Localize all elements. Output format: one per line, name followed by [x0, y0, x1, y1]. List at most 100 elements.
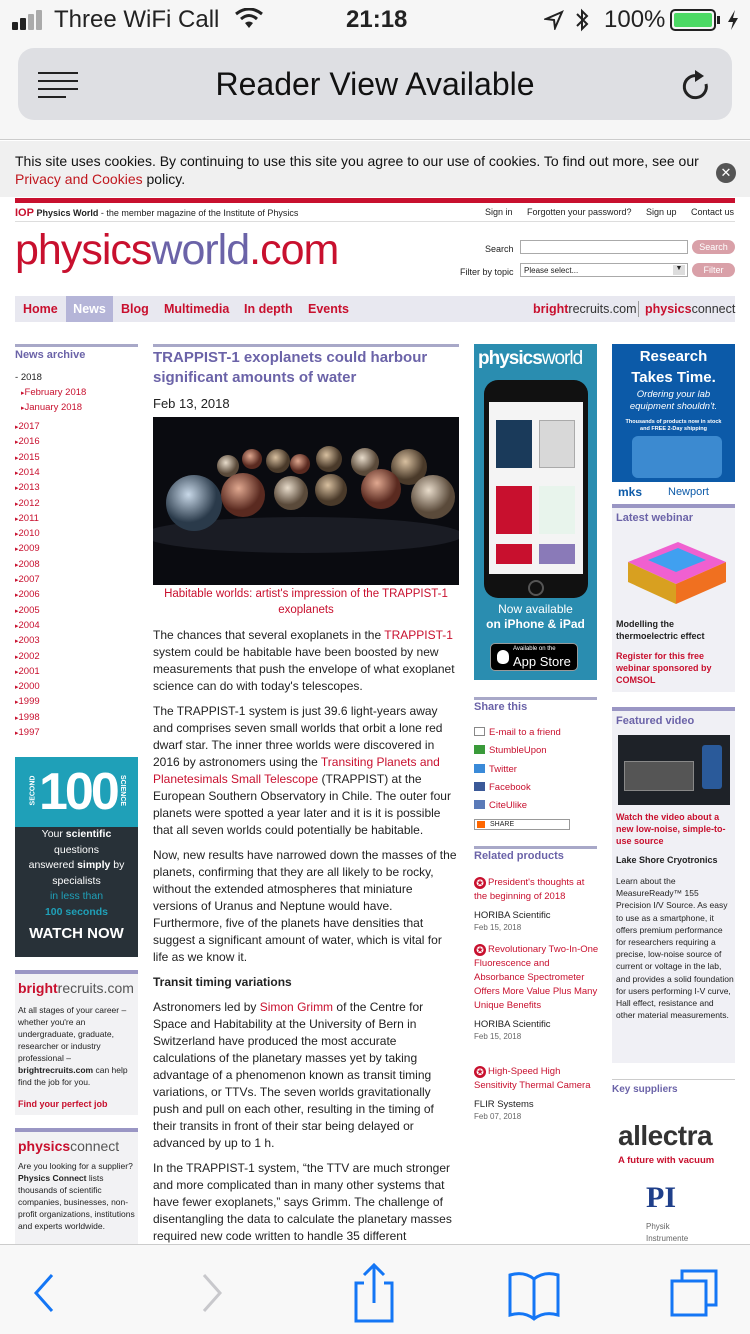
bluetooth-icon	[576, 8, 589, 32]
close-icon[interactable]: ✕	[716, 163, 736, 183]
archive-jan-2018[interactable]: January 2018	[21, 402, 83, 413]
physicsconnect-link[interactable]: physicsconnect	[645, 302, 735, 316]
archive-year-2015[interactable]: 2015	[15, 452, 40, 463]
archive-year-2013[interactable]: 2013	[15, 482, 40, 493]
allectra-tagline: A future with vacuum	[618, 1155, 715, 1166]
share-stumbleupon[interactable]: StumbleUpon	[474, 745, 547, 756]
archive-year-1998[interactable]: 1998	[15, 712, 40, 723]
bookmarks-icon[interactable]	[504, 1245, 564, 1334]
find-job-link[interactable]: Find your perfect job	[18, 1099, 108, 1109]
video-link[interactable]: Watch the video about a new low-noise, s…	[616, 811, 734, 847]
search-input[interactable]	[520, 240, 688, 254]
article-body: The chances that several exoplanets in t…	[153, 627, 459, 1270]
archive-year-1999[interactable]: 1999	[15, 696, 40, 707]
tabs-icon[interactable]	[664, 1245, 724, 1334]
featured-video-box: Featured video Watch the video about a n…	[612, 707, 735, 1063]
related-item[interactable]: ✪ President's thoughts at the beginning o…	[474, 876, 599, 933]
simon-grimm-link[interactable]: Simon Grimm	[260, 1000, 333, 1014]
twitter-icon	[474, 764, 485, 773]
archive-year-2001[interactable]: 2001	[15, 666, 40, 677]
archive-year-2017[interactable]: 2017	[15, 421, 40, 432]
pi-logo[interactable]: PI	[646, 1181, 676, 1215]
archive-year-2007[interactable]: 2007	[15, 574, 40, 585]
citeulike-icon	[474, 800, 485, 809]
physicsworld-app-ad[interactable]: physicsworld Now available on iPhone & iP…	[474, 344, 597, 680]
app-store-badge[interactable]: Available on the App Store	[490, 643, 578, 671]
search-button[interactable]: Search	[692, 240, 735, 254]
sign-up-link[interactable]: Sign up	[646, 207, 677, 217]
tag-rest: - the member magazine of the Institute o…	[98, 208, 299, 218]
paragraph-1: The chances that several exoplanets in t…	[153, 628, 455, 693]
forgot-password-link[interactable]: Forgotten your password?	[527, 207, 632, 217]
equipment-image	[632, 436, 722, 478]
mks-newport-ad[interactable]: Research Takes Time. Ordering your lab equ…	[612, 344, 735, 503]
address-bar[interactable]: Reader View Available	[18, 48, 732, 120]
archive-year-2012[interactable]: 2012	[15, 498, 40, 509]
archive-year-2014[interactable]: 2014	[15, 467, 40, 478]
watch-now-label[interactable]: WATCH NOW	[15, 925, 138, 942]
phone-image	[484, 380, 588, 598]
charging-icon	[728, 10, 738, 30]
share-plus-icon	[477, 821, 485, 828]
nav-in-depth[interactable]: In depth	[244, 302, 293, 316]
topic-select[interactable]: Please select... ▼	[520, 263, 688, 277]
share-citeulike[interactable]: CiteUlike	[474, 800, 527, 811]
video-thumbnail[interactable]	[618, 735, 730, 805]
ad-second: SECOND	[29, 775, 37, 806]
trappist-link[interactable]: TRAPPIST-1	[384, 628, 453, 642]
archive-year-1997[interactable]: 1997	[15, 727, 40, 738]
archive-year-2016[interactable]: 2016	[15, 436, 40, 447]
share-icon[interactable]	[344, 1245, 404, 1334]
allectra-logo[interactable]: allectra	[618, 1120, 713, 1152]
related-item[interactable]: ✪ High-Speed High Sensitivity Thermal Cam…	[474, 1065, 599, 1122]
site-logo[interactable]: physicsworld.com	[15, 226, 339, 275]
product-bullet-icon: ✪	[474, 944, 486, 956]
webinar-topic: Modelling the thermoelectric effect	[616, 619, 705, 641]
paragraph-4: Astronomers led by Simon Grimm of the Ce…	[153, 1000, 434, 1150]
filter-label: Filter by topic	[460, 267, 514, 277]
brightrecruits-ad[interactable]: brightrecruits.com At all stages of your…	[15, 970, 138, 1115]
archive-year-2011[interactable]: 2011	[15, 513, 39, 524]
forward-icon[interactable]	[182, 1245, 242, 1334]
nav-home[interactable]: Home	[23, 302, 58, 316]
archive-year-2006[interactable]: 2006	[15, 589, 40, 600]
physicsconnect-text: Are you looking for a supplier? Physics …	[18, 1161, 135, 1231]
archive-2018[interactable]: - 2018	[15, 372, 42, 383]
contact-link[interactable]: Contact us	[691, 207, 734, 217]
pi-subtitle: Physik Instrumente	[646, 1222, 689, 1243]
archive-year-2010[interactable]: 2010	[15, 528, 40, 539]
archive-year-2003[interactable]: 2003	[15, 635, 40, 646]
nav-blog[interactable]: Blog	[121, 302, 149, 316]
share-facebook[interactable]: Facebook	[474, 782, 531, 793]
ad-100: 100	[39, 763, 120, 821]
archive-year-2008[interactable]: 2008	[15, 559, 40, 570]
archive-year-2002[interactable]: 2002	[15, 651, 40, 662]
product-bullet-icon: ✪	[474, 877, 486, 889]
reload-icon[interactable]	[680, 70, 712, 104]
archive-year-2004[interactable]: 2004	[15, 620, 40, 631]
privacy-link[interactable]: Privacy and Cookies	[15, 171, 143, 187]
archive-year-2000[interactable]: 2000	[15, 681, 40, 692]
mks-logo-bar: mks Newport	[612, 482, 735, 503]
related-item[interactable]: ✪ Revolutionary Two-In-One Fluorescence a…	[474, 943, 599, 1042]
archive-year-2005[interactable]: 2005	[15, 605, 40, 616]
nav-events[interactable]: Events	[308, 302, 349, 316]
100-second-science-ad[interactable]: 100 SECOND SCIENCE Your scientific quest…	[15, 757, 138, 957]
addthis-share-button[interactable]: SHARE	[474, 819, 570, 830]
nav-multimedia[interactable]: Multimedia	[164, 302, 229, 316]
share-email[interactable]: E-mail to a friend	[474, 727, 561, 738]
brightrecruits-link[interactable]: brightrecruits.com	[533, 302, 637, 316]
physicsconnect-ad[interactable]: physicsconnect Are you looking for a sup…	[15, 1128, 138, 1244]
share-twitter[interactable]: Twitter	[474, 764, 517, 775]
archive-year-2009[interactable]: 2009	[15, 543, 40, 554]
nav-news[interactable]: News	[66, 296, 113, 322]
wifi-icon	[235, 8, 263, 28]
filter-button[interactable]: Filter	[692, 263, 735, 277]
mks-sub: Ordering your lab equipment shouldn't.	[629, 389, 718, 412]
archive-feb-2018[interactable]: February 2018	[21, 387, 87, 398]
back-icon[interactable]	[14, 1245, 74, 1334]
paragraph-3: Now, new results have narrowed down the …	[153, 848, 457, 964]
webinar-title: Latest webinar	[616, 512, 694, 524]
sign-in-link[interactable]: Sign in	[485, 207, 513, 217]
webinar-register-link[interactable]: Register for this free webinar sponsored…	[616, 650, 732, 686]
